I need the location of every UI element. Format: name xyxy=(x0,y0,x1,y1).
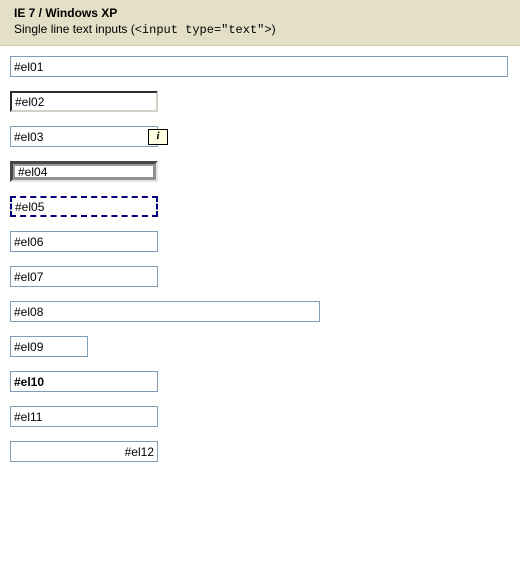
input-el10[interactable] xyxy=(10,371,158,392)
input-el02[interactable] xyxy=(10,91,158,112)
input-el12[interactable] xyxy=(10,441,158,462)
content-area: i xyxy=(0,46,520,496)
input-el09[interactable] xyxy=(10,336,88,357)
header-subtitle-prefix: Single line text inputs ( xyxy=(14,22,135,36)
input-el05[interactable] xyxy=(10,196,158,217)
header-title: IE 7 / Windows XP xyxy=(14,6,510,20)
header-subtitle: Single line text inputs (<input type="te… xyxy=(14,22,510,37)
input-el06[interactable] xyxy=(10,231,158,252)
input-el04[interactable] xyxy=(10,161,158,182)
input-el03-wrapper: i xyxy=(10,126,158,147)
input-el08[interactable] xyxy=(10,301,320,322)
header-bar: IE 7 / Windows XP Single line text input… xyxy=(0,0,520,46)
input-el01[interactable] xyxy=(10,56,508,77)
input-el11[interactable] xyxy=(10,406,158,427)
header-subtitle-suffix: ) xyxy=(272,22,276,36)
tooltip-icon: i xyxy=(148,129,168,145)
header-subtitle-code: <input type="text"> xyxy=(135,23,272,37)
input-el07[interactable] xyxy=(10,266,158,287)
input-el03[interactable] xyxy=(10,126,158,147)
